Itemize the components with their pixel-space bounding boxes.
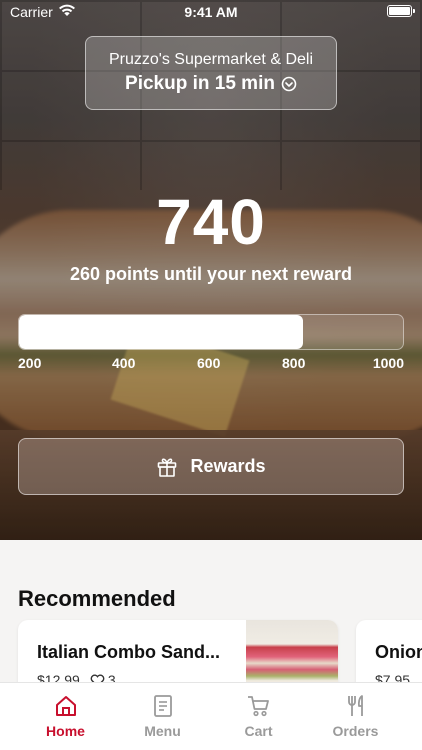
tick-label: 800 (282, 355, 306, 371)
rewards-button[interactable]: Rewards (18, 438, 404, 495)
battery-icon (387, 5, 415, 17)
home-icon (55, 696, 76, 716)
gift-icon (158, 457, 177, 477)
tick-label: 400 (112, 355, 136, 371)
tab-bar: Home Menu Cart Orders (0, 682, 422, 750)
item-name: Italian Combo Sand... (37, 642, 221, 662)
tab-orders[interactable]: Orders (303, 683, 408, 750)
tick-label: 600 (197, 355, 221, 371)
item-name: Onion (375, 642, 422, 662)
status-bar: Carrier 9:41 AM (0, 0, 422, 24)
tab-label: Home (46, 723, 85, 739)
menu-book-icon (153, 695, 172, 717)
store-selector[interactable]: Pruzzo's Supermarket & Deli Pickup in 15… (85, 36, 337, 110)
progress-tick-labels: 200 400 600 800 1000 (18, 355, 404, 373)
tab-cart[interactable]: Cart (206, 683, 311, 750)
tab-label: Menu (144, 723, 181, 739)
recommended-heading: Recommended (18, 586, 176, 611)
pickup-time: Pickup in 15 min (125, 73, 297, 95)
home-screen: Carrier 9:41 AM Pruzzo's Supermarket & D… (0, 0, 422, 750)
tick-label: 200 (18, 355, 42, 371)
points-balance: 740 (156, 186, 266, 258)
store-name: Pruzzo's Supermarket & Deli (108, 51, 313, 68)
rewards-progress-fill (19, 315, 304, 349)
cart-icon (247, 696, 269, 717)
fork-knife-icon (347, 695, 363, 716)
rewards-progress-bar (18, 314, 404, 350)
points-until-reward: 260 points until your next reward (69, 264, 353, 284)
tick-label: 1000 (372, 355, 404, 371)
tab-label: Orders (332, 723, 379, 739)
pickup-label: Pickup in 15 min (125, 73, 275, 94)
tab-home[interactable]: Home (13, 683, 118, 750)
tab-label: Cart (244, 723, 273, 739)
clock: 9:41 AM (184, 4, 238, 20)
tab-menu[interactable]: Menu (110, 683, 215, 750)
rewards-label: Rewards (190, 456, 266, 476)
chevron-down-circle-icon (281, 76, 297, 92)
